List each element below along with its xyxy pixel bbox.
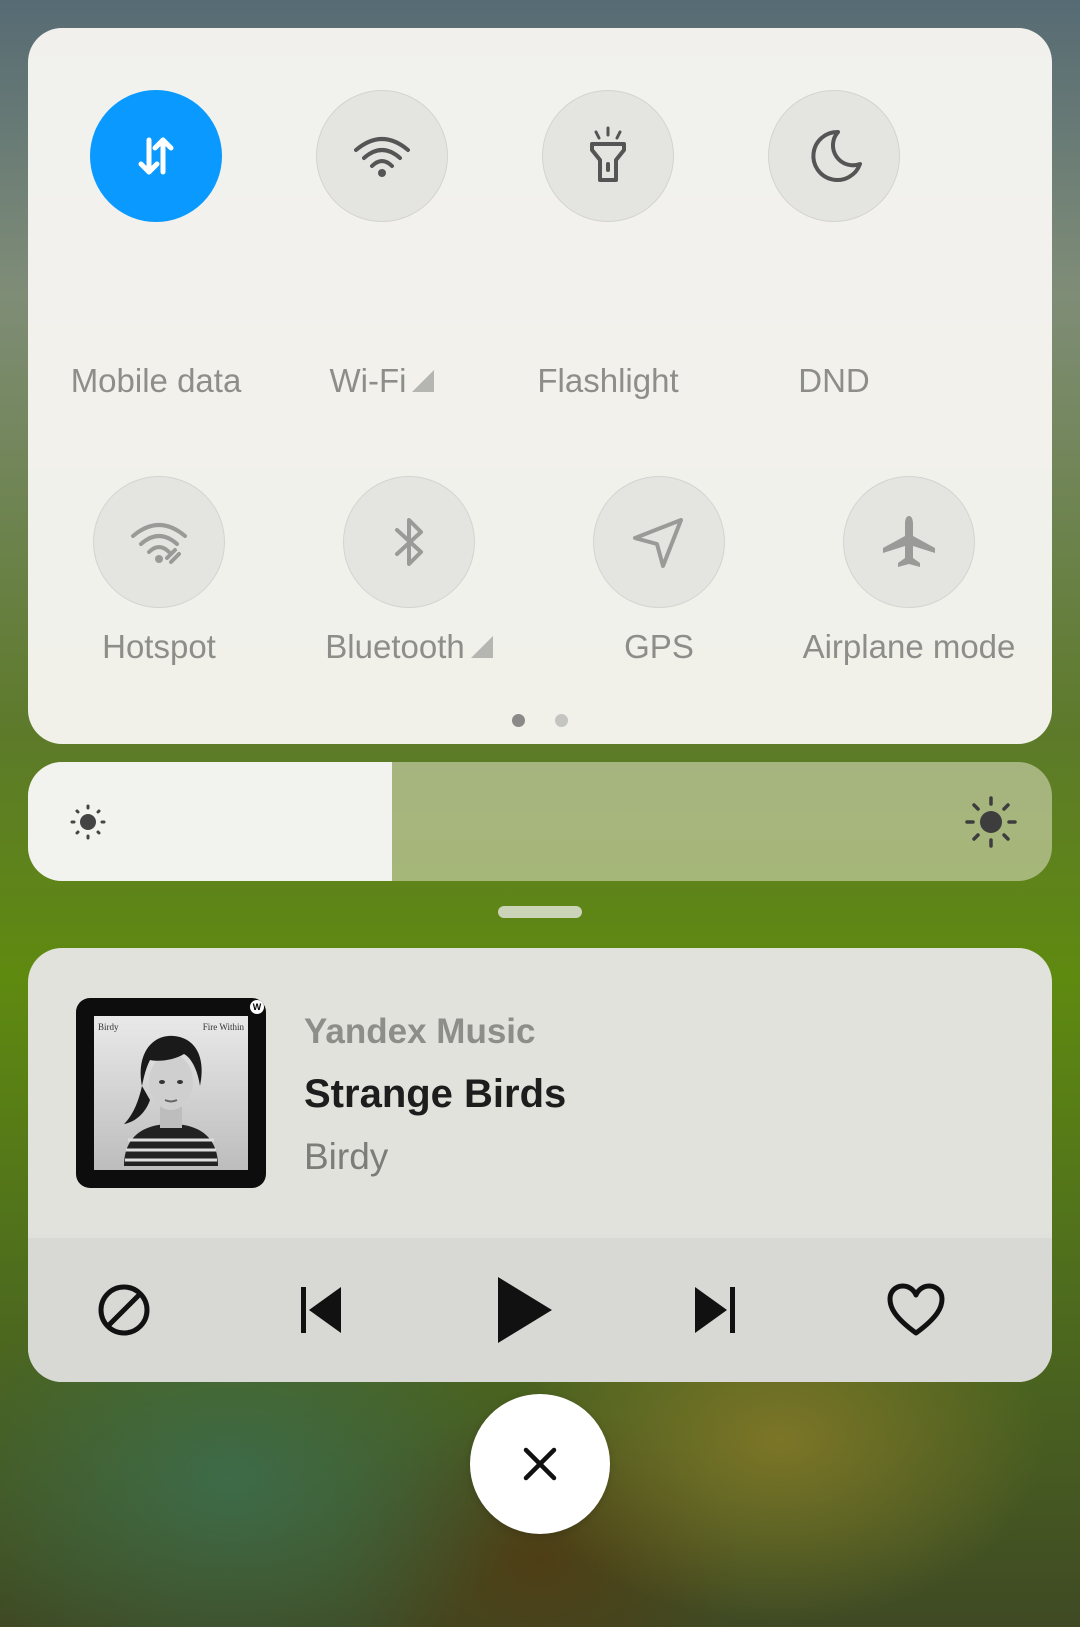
bluetooth-text: Bluetooth — [325, 628, 465, 665]
quick-toggles-panel: Mobile data Wi-Fi Flashlight DND Hotspot… — [28, 28, 1052, 744]
airplane-icon — [883, 516, 935, 567]
wifi-text: Wi-Fi — [329, 362, 407, 399]
page-dot-2[interactable] — [555, 714, 568, 727]
flashlight-label: Flashlight — [493, 362, 723, 400]
mobile-data-icon — [138, 137, 174, 175]
page-indicator — [28, 714, 1052, 727]
dnd-circle[interactable] — [768, 90, 900, 222]
media-player-card[interactable]: Birdy Fire Within W Yandex Music Strange — [28, 948, 1052, 1382]
airplane-text: Airplane mode — [802, 628, 1016, 665]
brightness-slider[interactable] — [28, 762, 1052, 881]
flashlight-circle[interactable] — [542, 90, 674, 222]
skip-next-icon — [695, 1287, 735, 1333]
toggle-dnd[interactable]: DND — [719, 90, 949, 400]
mobile-data-text: Mobile data — [70, 362, 242, 399]
previous-button[interactable] — [297, 1283, 347, 1337]
mobile-data-circle[interactable] — [90, 90, 222, 222]
toggle-flashlight[interactable]: Flashlight — [493, 90, 723, 400]
hotspot-text: Hotspot — [102, 628, 216, 665]
sun-large-icon — [965, 795, 1017, 848]
mobile-data-label: Mobile data — [41, 362, 271, 400]
wifi-icon — [354, 137, 410, 177]
gps-label: GPS — [544, 628, 774, 666]
page-dot-1[interactable] — [512, 714, 525, 727]
toggle-hotspot[interactable]: Hotspot — [44, 476, 274, 666]
bluetooth-label: Bluetooth — [294, 628, 524, 666]
hotspot-circle[interactable] — [93, 476, 225, 608]
location-arrow-icon — [633, 518, 683, 568]
hotspot-label: Hotspot — [44, 628, 274, 666]
block-button[interactable] — [95, 1281, 153, 1339]
toggle-wifi[interactable]: Wi-Fi — [267, 90, 497, 400]
bluetooth-expand-arrow-icon — [470, 636, 493, 658]
airplane-label: Airplane mode — [794, 628, 1024, 666]
hotspot-icon — [131, 523, 187, 564]
block-icon — [98, 1284, 150, 1336]
toggle-bluetooth[interactable]: Bluetooth — [294, 476, 524, 666]
drag-handle[interactable] — [498, 906, 582, 918]
next-button[interactable] — [689, 1283, 739, 1337]
album-art: Birdy Fire Within W — [76, 998, 266, 1188]
dnd-text: DND — [798, 362, 870, 399]
play-icon — [498, 1277, 552, 1343]
gps-text: GPS — [624, 628, 694, 665]
close-button[interactable] — [470, 1394, 610, 1534]
airplane-circle[interactable] — [843, 476, 975, 608]
wifi-circle[interactable] — [316, 90, 448, 222]
media-track-title: Strange Birds — [304, 1072, 567, 1116]
toggle-airplane[interactable]: Airplane mode — [794, 476, 1024, 666]
skip-previous-icon — [301, 1287, 341, 1333]
toggle-mobile-data[interactable]: Mobile data — [41, 90, 271, 400]
flashlight-text: Flashlight — [537, 362, 679, 399]
sun-small-icon — [70, 804, 106, 839]
gps-circle[interactable] — [593, 476, 725, 608]
media-app-name: Yandex Music — [304, 1012, 536, 1051]
moon-icon — [811, 129, 862, 182]
flashlight-icon — [590, 126, 626, 182]
dnd-label: DND — [719, 362, 949, 400]
heart-icon — [887, 1283, 945, 1336]
wifi-expand-arrow-icon — [412, 370, 435, 392]
like-button[interactable] — [886, 1283, 946, 1337]
toggle-gps[interactable]: GPS — [544, 476, 774, 666]
album-art-portrait — [124, 1035, 218, 1166]
media-artist: Birdy — [304, 1136, 389, 1177]
bluetooth-circle[interactable] — [343, 476, 475, 608]
media-controls — [28, 1238, 1052, 1382]
album-art-image: Birdy Fire Within — [94, 1016, 248, 1170]
album-art-badge: W — [250, 1000, 264, 1014]
wifi-label: Wi-Fi — [267, 362, 497, 400]
close-icon — [523, 1447, 557, 1481]
bluetooth-icon — [395, 518, 423, 566]
play-button[interactable] — [492, 1273, 556, 1347]
